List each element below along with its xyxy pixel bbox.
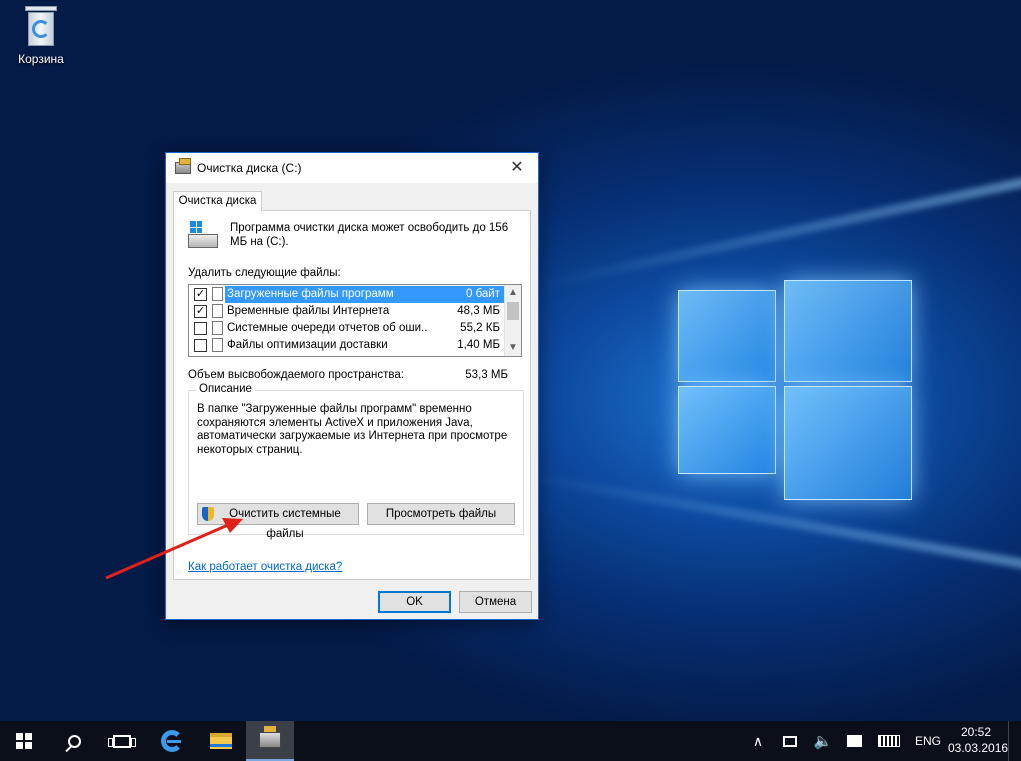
action-center-button[interactable] — [844, 721, 864, 761]
keyboard-icon — [878, 735, 900, 747]
start-button[interactable] — [0, 721, 48, 761]
description-group-title: Описание — [196, 383, 255, 395]
list-item[interactable]: Системные очереди отчетов об оши... 55,2… — [189, 320, 504, 337]
edge-icon — [161, 730, 183, 752]
start-icon — [16, 733, 32, 749]
recycle-bin-shortcut[interactable]: Корзина — [12, 4, 70, 66]
action-center-icon — [846, 735, 862, 747]
edge-taskbar-button[interactable] — [148, 721, 196, 761]
clean-system-files-button[interactable]: Очистить системные файлы — [197, 503, 359, 540]
disk-cleanup-dialog: Очистка диска (C:) ✕ Очистка диска Прогр… — [165, 152, 539, 620]
tab-panel: Программа очистки диска может освободить… — [173, 210, 531, 580]
space-to-free: Объем высвобождаемого пространства: 53,3… — [188, 369, 522, 381]
task-view-icon — [108, 734, 136, 748]
ok-button[interactable]: OK — [378, 591, 451, 613]
list-item[interactable]: ✓ Временные файлы Интернета 48,3 МБ — [189, 303, 504, 320]
input-language-indicator[interactable]: ENG — [914, 721, 942, 761]
show-hidden-icons-button[interactable]: ∧ — [748, 721, 768, 761]
search-button[interactable] — [50, 721, 98, 761]
clock-date: 03.03.2016 — [948, 741, 1009, 755]
clock[interactable]: 20:52 03.03.2016 — [948, 724, 1009, 756]
dialog-title: Очистка диска (C:) — [197, 161, 302, 175]
space-label: Объем высвобождаемого пространства: — [188, 369, 404, 381]
checkbox[interactable] — [194, 339, 207, 352]
scroll-down-icon[interactable]: ▼ — [505, 340, 521, 356]
file-icon — [212, 321, 223, 335]
wallpaper-windows-logo — [676, 262, 916, 502]
scroll-thumb[interactable] — [507, 302, 519, 320]
file-explorer-taskbar-button[interactable] — [197, 721, 245, 761]
list-item[interactable]: Файлы оптимизации доставки 1,40 МБ — [189, 337, 504, 354]
hard-drive-icon — [188, 221, 218, 251]
search-icon — [67, 734, 81, 748]
list-item[interactable]: ✓ Загруженные файлы программ 0 байт — [189, 286, 504, 303]
recycle-bin-label: Корзина — [18, 52, 64, 66]
list-scrollbar[interactable]: ▲ ▼ — [504, 285, 521, 356]
cancel-button[interactable]: Отмена — [459, 591, 532, 613]
volume-icon[interactable]: 🔈 — [812, 721, 834, 761]
description-text: В папке "Загруженные файлы программ" вре… — [197, 403, 508, 456]
disk-cleanup-taskbar-button[interactable] — [246, 721, 294, 761]
checkbox[interactable] — [194, 322, 207, 335]
disk-cleanup-icon — [259, 726, 281, 748]
close-button[interactable]: ✕ — [502, 155, 532, 181]
file-icon — [212, 304, 223, 318]
disk-cleanup-icon — [175, 158, 191, 174]
help-link[interactable]: Как работает очистка диска? — [188, 561, 342, 573]
touch-keyboard-button[interactable] — [876, 721, 902, 761]
view-files-button[interactable]: Просмотреть файлы — [367, 503, 515, 525]
network-button[interactable] — [780, 721, 800, 761]
task-view-button[interactable] — [98, 721, 146, 761]
space-value: 53,3 МБ — [465, 369, 508, 381]
intro-text: Программа очистки диска может освободить… — [230, 222, 509, 248]
file-icon — [212, 287, 223, 301]
checkbox[interactable]: ✓ — [194, 288, 207, 301]
file-explorer-icon — [210, 733, 232, 749]
tab-disk-cleanup[interactable]: Очистка диска — [173, 191, 262, 211]
shield-icon — [202, 507, 214, 521]
files-list[interactable]: ✓ Загруженные файлы программ 0 байт ✓ Вр… — [188, 284, 522, 357]
clock-time: 20:52 — [960, 725, 992, 739]
title-bar[interactable]: Очистка диска (C:) ✕ — [166, 153, 538, 183]
file-icon — [212, 338, 223, 352]
show-desktop-button[interactable] — [1008, 721, 1021, 761]
description-group: Описание В папке "Загруженные файлы прог… — [188, 383, 524, 540]
checkbox[interactable]: ✓ — [194, 305, 207, 318]
scroll-up-icon[interactable]: ▲ — [505, 285, 521, 301]
recycle-bin-icon — [23, 6, 59, 48]
files-to-delete-label: Удалить следующие файлы: — [188, 267, 341, 279]
network-icon — [783, 735, 797, 747]
taskbar: ∧ 🔈 ENG 20:52 03.03.2016 — [0, 721, 1021, 761]
